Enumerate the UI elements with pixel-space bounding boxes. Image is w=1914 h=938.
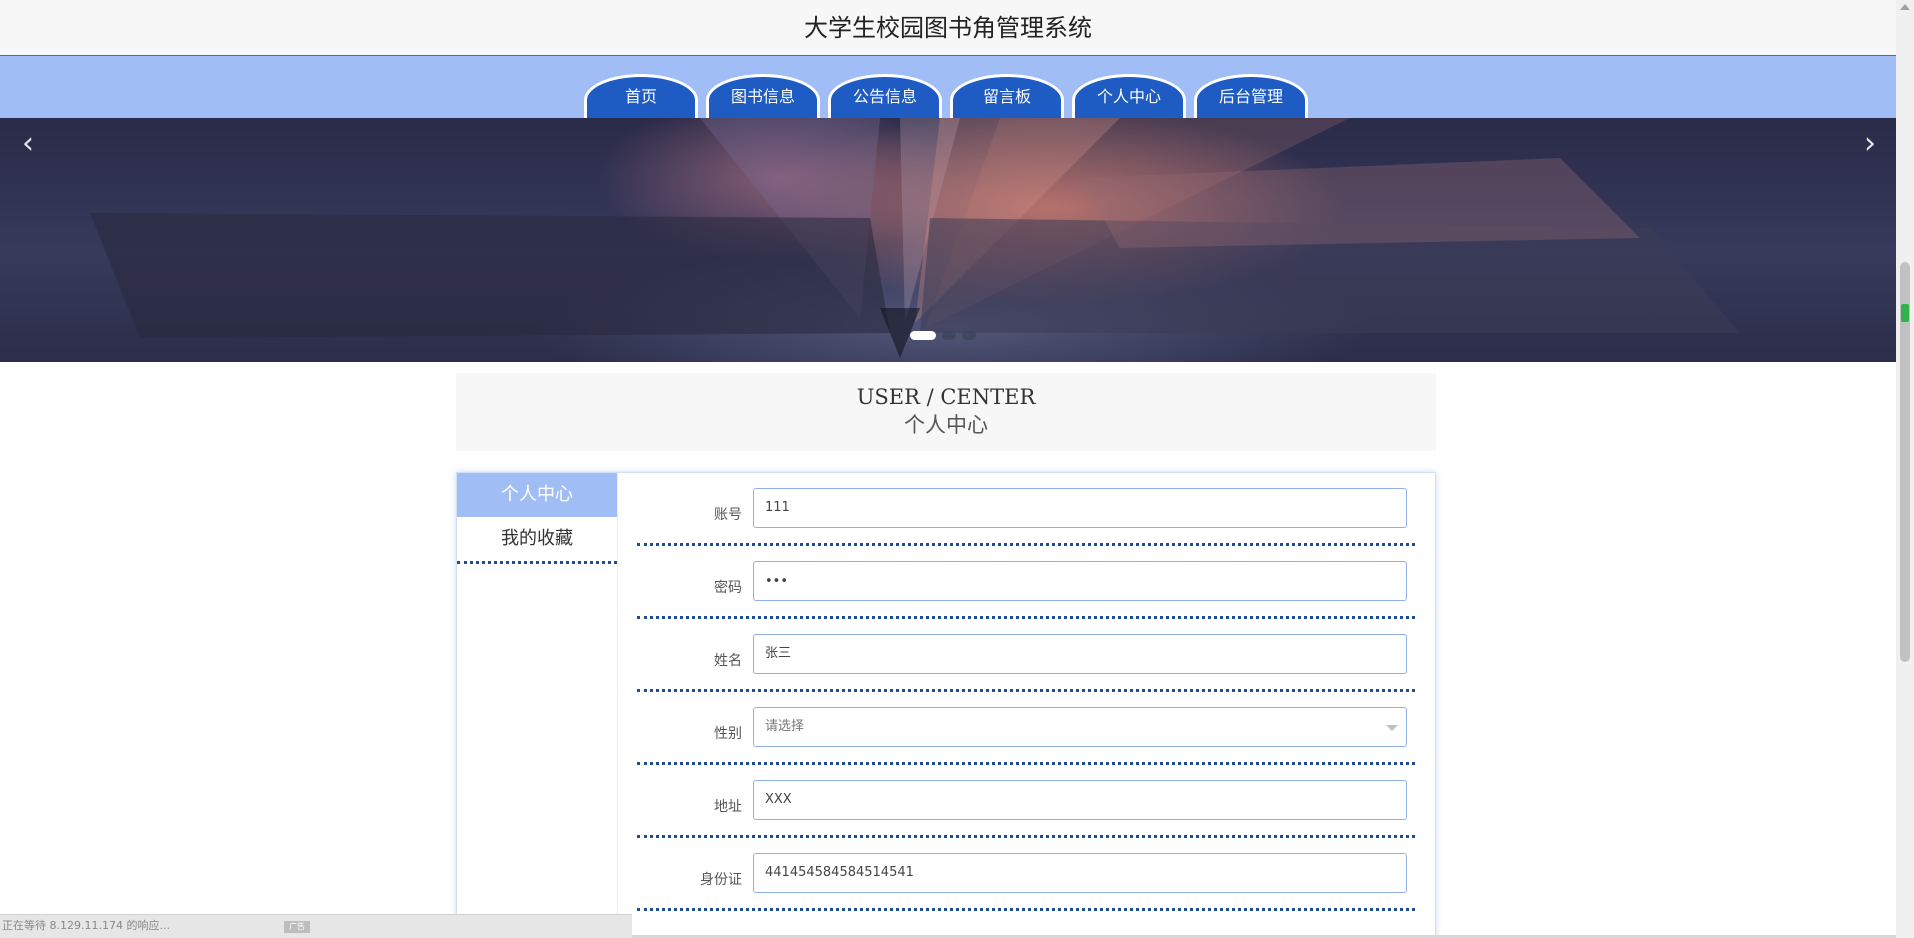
form-row-id-card: 身份证 441454584584514541 xyxy=(637,838,1415,911)
carousel-dots xyxy=(910,331,976,340)
user-center-panel: 个人中心 我的收藏 账号 111 密码 姓名 张三 性别 请选择 地址 XXX xyxy=(456,472,1436,938)
nav-item-user-center[interactable]: 个人中心 xyxy=(1072,74,1186,118)
nav-item-message-board[interactable]: 留言板 xyxy=(950,74,1064,118)
name-label: 姓名 xyxy=(714,653,742,669)
account-input[interactable]: 111 xyxy=(753,488,1407,528)
section-header: USER / CENTER 个人中心 xyxy=(456,373,1436,451)
nav-list: 首页 图书信息 公告信息 留言板 个人中心 后台管理 xyxy=(584,74,1308,118)
form-row-gender: 性别 请选择 xyxy=(637,692,1415,765)
password-input[interactable] xyxy=(753,561,1407,601)
top-title-bar: 大学生校园图书角管理系统 xyxy=(0,0,1896,56)
carousel-banner: ‹ › xyxy=(0,118,1896,362)
chevron-down-icon xyxy=(1386,725,1398,731)
section-title-en: USER / CENTER xyxy=(856,385,1036,409)
form-row-name: 姓名 张三 xyxy=(637,619,1415,692)
nav-item-home[interactable]: 首页 xyxy=(584,74,698,118)
scrollbar-thumb[interactable] xyxy=(1900,262,1910,662)
banner-book-image xyxy=(90,118,1740,358)
scroll-up-icon[interactable] xyxy=(1900,4,1910,10)
carousel-dot-3[interactable] xyxy=(962,331,976,340)
nav-item-book-info[interactable]: 图书信息 xyxy=(706,74,820,118)
status-text: 正在等待 8.129.11.174 的响应... xyxy=(2,919,170,932)
carousel-dot-1[interactable] xyxy=(910,331,936,340)
side-divider xyxy=(617,473,618,938)
nav-item-admin[interactable]: 后台管理 xyxy=(1194,74,1308,118)
id-card-label: 身份证 xyxy=(700,872,742,888)
gender-select[interactable]: 请选择 xyxy=(753,707,1407,747)
carousel-dot-2[interactable] xyxy=(942,331,956,340)
site-title: 大学生校园图书角管理系统 xyxy=(804,14,1092,42)
address-label: 地址 xyxy=(714,799,742,815)
status-chip: 广告 xyxy=(284,921,310,933)
page-scrollbar[interactable] xyxy=(1896,0,1914,938)
id-card-input[interactable]: 441454584584514541 xyxy=(753,853,1407,893)
password-label: 密码 xyxy=(714,580,742,596)
carousel-next-icon[interactable]: › xyxy=(1850,124,1890,164)
carousel-prev-icon[interactable]: ‹ xyxy=(8,124,48,164)
form-row-password: 密码 xyxy=(637,546,1415,619)
form-row-address: 地址 XXX xyxy=(637,765,1415,838)
section-title-cn: 个人中心 xyxy=(904,413,988,437)
nav-item-announcements[interactable]: 公告信息 xyxy=(828,74,942,118)
scroll-marker xyxy=(1901,304,1909,322)
nav-bar: 首页 图书信息 公告信息 留言板 个人中心 后台管理 xyxy=(0,56,1896,118)
form-row-account: 账号 111 xyxy=(637,473,1415,546)
side-menu-favorites[interactable]: 我的收藏 xyxy=(457,517,617,564)
name-input[interactable]: 张三 xyxy=(753,634,1407,674)
side-menu-user-center[interactable]: 个人中心 xyxy=(457,473,617,517)
account-label: 账号 xyxy=(714,507,742,523)
browser-status-bar: 正在等待 8.129.11.174 的响应... 广告 xyxy=(0,914,632,938)
gender-select-placeholder: 请选择 xyxy=(765,719,805,734)
address-input[interactable]: XXX xyxy=(753,780,1407,820)
side-menu: 个人中心 我的收藏 xyxy=(457,473,617,564)
gender-label: 性别 xyxy=(714,726,742,742)
